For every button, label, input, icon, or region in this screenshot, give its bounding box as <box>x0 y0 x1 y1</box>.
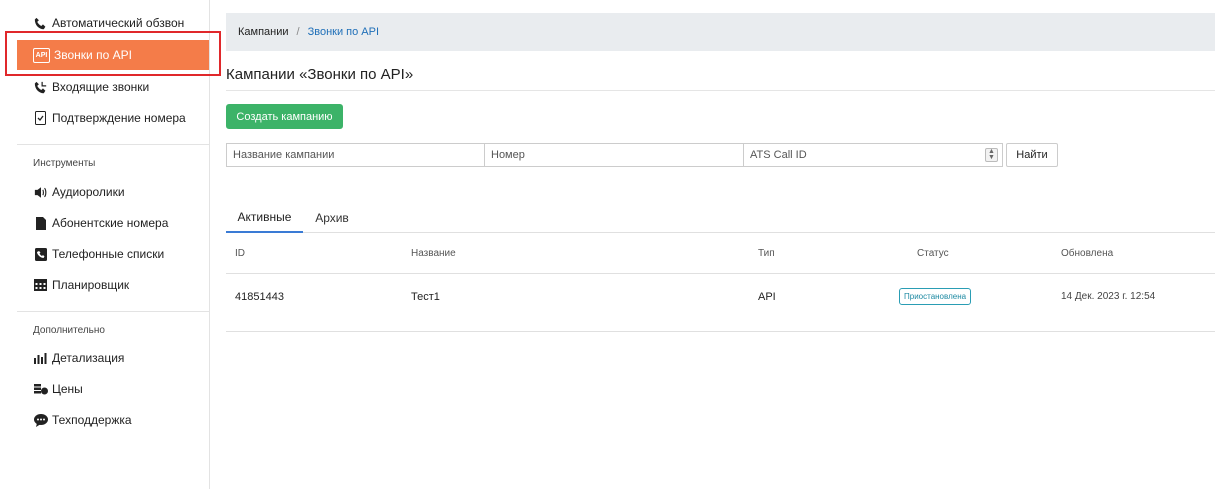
title-divider <box>226 90 1215 91</box>
tab-active[interactable]: Активные <box>226 202 303 233</box>
phone-icon <box>33 16 48 31</box>
tab-archive[interactable]: Архив <box>306 202 358 233</box>
sidebar-item-label: Детализация <box>52 351 125 365</box>
chart-icon <box>33 351 48 366</box>
table-header-divider <box>226 273 1215 274</box>
sidebar-item-label: Цены <box>52 382 83 396</box>
table-row-divider <box>226 331 1215 332</box>
phone-incoming-icon <box>33 80 48 95</box>
coins-icon <box>33 382 48 397</box>
sidebar-item-support[interactable]: Техподдержка <box>17 405 209 435</box>
ats-call-id-field: ▲▼ <box>744 143 1003 167</box>
phone-book-icon <box>33 247 48 262</box>
column-header-type: Тип <box>758 248 775 259</box>
column-header-updated: Обновлена <box>1061 248 1114 259</box>
ats-call-id-input[interactable] <box>744 144 1002 166</box>
campaign-name-input[interactable] <box>226 143 485 167</box>
cell-updated: 14 Дек. 2023 г. 12:54 <box>1061 291 1156 302</box>
sidebar-item-label: Абонентские номера <box>52 216 169 230</box>
tabs: Активные Архив <box>226 202 1215 233</box>
sidebar-item-label: Звонки по API <box>54 48 132 62</box>
breadcrumb-separator: / <box>296 26 300 38</box>
chat-icon <box>33 413 48 428</box>
sidebar-item-subscriber-numbers[interactable]: Абонентские номера <box>17 208 209 238</box>
sidebar-item-number-confirm[interactable]: Подтверждение номера <box>17 103 209 133</box>
calendar-icon <box>33 278 48 293</box>
sidebar-item-label: Техподдержка <box>52 413 132 427</box>
create-campaign-button[interactable]: Создать кампанию <box>226 104 343 129</box>
phone-check-icon <box>33 111 48 126</box>
column-header-status: Статус <box>917 248 949 259</box>
status-badge: Приостановлена <box>899 288 972 305</box>
sidebar-item-audio[interactable]: Аудиоролики <box>17 177 209 207</box>
breadcrumb: Кампании / Звонки по API <box>226 13 1215 51</box>
sidebar: Автоматический обзвон API Звонки по API … <box>0 0 221 489</box>
column-header-id: ID <box>235 248 245 259</box>
sidebar-item-phone-lists[interactable]: Телефонные списки <box>17 239 209 269</box>
sidebar-item-label: Подтверждение номера <box>52 111 186 125</box>
sidebar-item-auto-dial[interactable]: Автоматический обзвон <box>17 8 209 38</box>
sidebar-section-extra: Дополнительно <box>33 325 105 336</box>
sidebar-item-prices[interactable]: Цены <box>17 374 209 404</box>
sidebar-item-label: Автоматический обзвон <box>52 16 185 30</box>
cell-name[interactable]: Тест1 <box>411 291 440 303</box>
find-button[interactable]: Найти <box>1006 143 1058 167</box>
api-icon: API <box>33 47 50 63</box>
sidebar-section-tools: Инструменты <box>33 158 96 169</box>
sidebar-item-api-calls[interactable]: API Звонки по API <box>17 40 209 70</box>
sidebar-divider <box>17 311 209 312</box>
sidebar-item-details[interactable]: Детализация <box>17 343 209 373</box>
sidebar-item-scheduler[interactable]: Планировщик <box>17 270 209 300</box>
speaker-icon <box>33 185 48 200</box>
cell-id: 41851443 <box>235 291 284 303</box>
cell-type: API <box>758 291 776 303</box>
sidebar-item-label: Планировщик <box>52 278 130 292</box>
page-title: Кампании «Звонки по API» <box>226 66 414 83</box>
sidebar-item-label: Входящие звонки <box>52 80 150 94</box>
spinner-icon[interactable]: ▲ ▼ <box>985 148 998 162</box>
breadcrumb-home-link[interactable]: Кампании <box>238 26 289 38</box>
sidebar-item-label: Аудиоролики <box>52 185 125 199</box>
filter-row: ▲▼ Найти <box>226 143 1058 167</box>
sim-card-icon <box>33 216 48 231</box>
number-input[interactable] <box>485 143 744 167</box>
breadcrumb-current[interactable]: Звонки по API <box>308 26 379 38</box>
sidebar-item-incoming-calls[interactable]: Входящие звонки <box>17 72 209 102</box>
column-header-name: Название <box>411 248 456 259</box>
sidebar-divider <box>17 144 209 145</box>
sidebar-item-label: Телефонные списки <box>52 247 165 261</box>
